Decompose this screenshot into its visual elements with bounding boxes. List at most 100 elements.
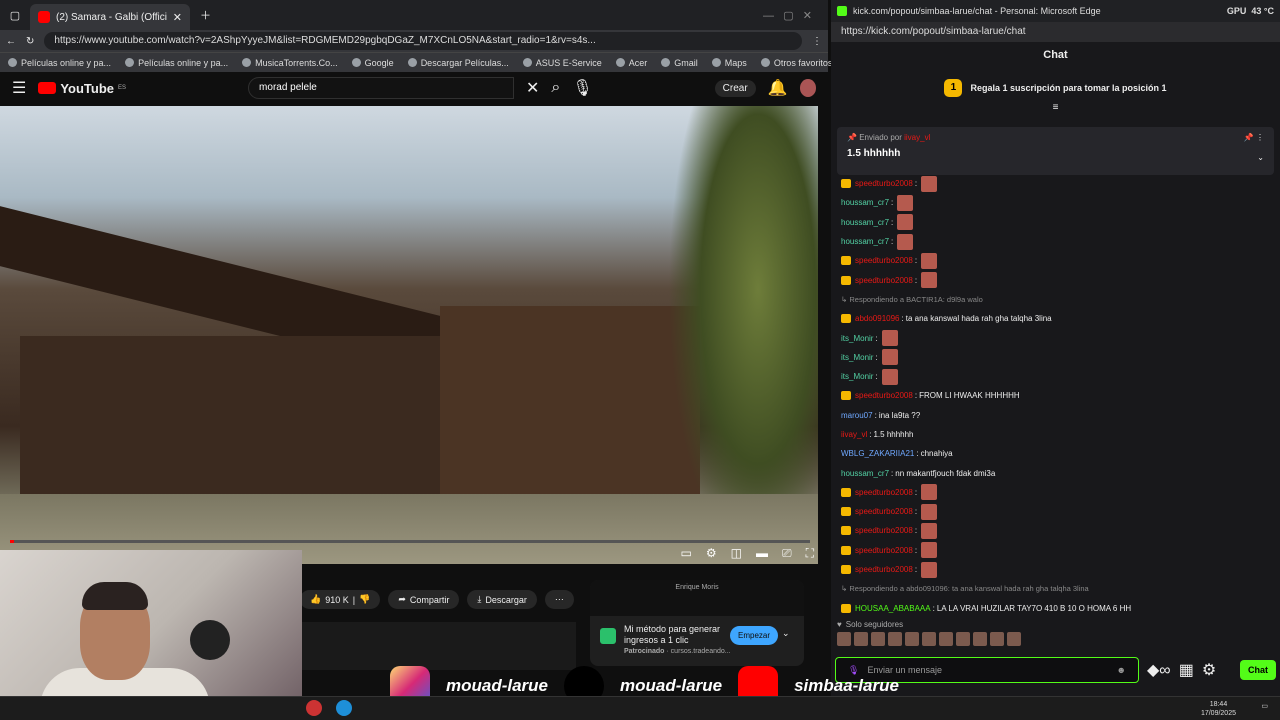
gift-icon[interactable]: ◆∞ — [1147, 660, 1171, 680]
chat-username[interactable]: WBLG_ZAKARIIA21 — [841, 449, 914, 458]
avatar[interactable] — [799, 79, 816, 97]
emote-item[interactable] — [871, 632, 885, 646]
edge-url-field[interactable]: https://kick.com/popout/simbaa-larue/cha… — [831, 22, 1280, 42]
create-button[interactable]: Crear — [714, 79, 756, 97]
emote-item[interactable] — [888, 632, 902, 646]
pin-options-icon[interactable]: 📌 ⋮ — [1244, 133, 1264, 142]
chat-username[interactable]: speedturbo2008 — [855, 565, 913, 574]
emote-item[interactable] — [990, 632, 1004, 646]
chat-message[interactable]: speedturbo2008: — [841, 270, 1271, 289]
bookmark-item[interactable]: Maps — [711, 58, 747, 68]
youtube-logo[interactable]: YouTube ES — [38, 81, 126, 96]
emote-item[interactable] — [854, 632, 868, 646]
chat-message[interactable]: speedturbo2008: — [841, 174, 1271, 193]
subtitles-icon[interactable]: ▭ — [681, 546, 692, 561]
emote-item[interactable] — [905, 632, 919, 646]
emote-item[interactable] — [837, 632, 851, 646]
cast-icon[interactable]: ⎚ — [782, 546, 792, 561]
chat-message[interactable]: houssam_cr7: — [841, 232, 1271, 251]
ad-cta-button[interactable]: Empezar — [730, 626, 779, 645]
chat-username[interactable]: its_Monir — [841, 334, 873, 343]
emote-item[interactable] — [1007, 632, 1021, 646]
chat-message[interactable]: speedturbo2008: — [841, 483, 1271, 502]
chat-username[interactable]: houssam_cr7 — [841, 198, 889, 207]
bookmark-item[interactable]: Películas online y pa... — [8, 58, 111, 68]
more-actions-button[interactable]: ⋯ — [544, 590, 574, 609]
tab-actions-icon[interactable]: ▢ — [0, 9, 30, 22]
emote-item[interactable] — [939, 632, 953, 646]
chat-message[interactable]: HOUSAA_ABABAAA: LA LA VRAI HUZILAR TAY7O … — [841, 599, 1271, 614]
chevron-down-icon[interactable]: ⌄ — [1257, 153, 1264, 162]
chat-username[interactable]: houssam_cr7 — [841, 237, 889, 246]
chat-message[interactable]: speedturbo2008: FROM LI HWAAK HHHHHH — [841, 386, 1271, 405]
chat-message[interactable]: its_Monir: — [841, 367, 1271, 386]
chat-username[interactable]: abdo091096 — [855, 314, 900, 323]
chat-username[interactable]: speedturbo2008 — [855, 507, 913, 516]
emote-item[interactable] — [922, 632, 936, 646]
emoji-icon[interactable]: ☻ — [1117, 658, 1126, 682]
chat-username[interactable]: HOUSAA_ABABAAA — [855, 604, 931, 613]
chat-reply-context[interactable]: ↳ Respondiendo a abdo091096: ta ana kans… — [841, 579, 1271, 598]
new-tab-icon[interactable]: ＋ — [200, 7, 211, 23]
chat-username[interactable]: houssam_cr7 — [841, 469, 889, 478]
chat-message[interactable]: speedturbo2008: — [841, 251, 1271, 270]
emote-item[interactable] — [956, 632, 970, 646]
chat-message[interactable]: abdo091096: ta ana kanswal hada rah gha t… — [841, 309, 1271, 328]
edge-icon[interactable] — [336, 700, 352, 716]
taskbar-clock[interactable]: 18:44 17/09/2025 — [1201, 700, 1236, 718]
chat-reply-context[interactable]: ↳ Respondiendo a BACTIR1A: d9l9a walo — [841, 290, 1271, 309]
video-progress-bar[interactable] — [10, 540, 810, 543]
chevron-down-icon[interactable]: ⌄ — [782, 628, 790, 639]
chat-username[interactable]: speedturbo2008 — [855, 179, 913, 188]
chat-username[interactable]: its_Monir — [841, 353, 873, 362]
chat-message[interactable]: WBLG_ZAKARIIA21: chnahiya — [841, 444, 1271, 463]
chat-message[interactable]: speedturbo2008: — [841, 502, 1271, 521]
chat-username[interactable]: its_Monir — [841, 372, 873, 381]
chat-username[interactable]: speedturbo2008 — [855, 526, 913, 535]
bookmark-item[interactable]: Gmail — [661, 58, 698, 68]
bookmark-item[interactable]: Películas online y pa... — [125, 58, 228, 68]
back-icon[interactable]: ← — [6, 36, 16, 47]
url-field[interactable]: https://www.youtube.com/watch?v=2AShpYyy… — [44, 32, 802, 50]
download-button[interactable]: ⤓ Descargar — [467, 590, 537, 609]
chat-message[interactable]: speedturbo2008: — [841, 521, 1271, 540]
chat-send-button[interactable]: Chat — [1240, 660, 1276, 680]
search-icon[interactable]: ⌕ — [551, 79, 560, 97]
filter-icon[interactable]: ≡ — [831, 102, 1280, 113]
emote-item[interactable] — [973, 632, 987, 646]
bookmark-other-folder[interactable]: Otros favoritos — [760, 58, 832, 68]
chat-username[interactable]: speedturbo2008 — [855, 256, 913, 265]
settings-icon[interactable]: ⚙ — [706, 546, 717, 561]
chat-username[interactable]: iivay_vl — [841, 430, 867, 439]
chat-username[interactable]: speedturbo2008 — [855, 546, 913, 555]
miniplayer-icon[interactable]: ◫ — [731, 546, 742, 561]
tab-youtube[interactable]: (2) Samara - Galbi (Official Music... ✕ — [30, 4, 190, 30]
theater-icon[interactable]: ▬ — [756, 546, 768, 561]
notifications-icon[interactable]: ▭ — [1261, 702, 1268, 710]
search-input[interactable]: morad pelele — [248, 77, 514, 99]
close-tab-icon[interactable]: ✕ — [173, 11, 182, 24]
share-button[interactable]: ➦ Compartir — [388, 590, 460, 609]
menu-icon[interactable]: ☰ — [12, 78, 26, 98]
like-button[interactable]: 👍 910 K | 👎 — [300, 590, 381, 609]
sponsored-ad-card[interactable]: Enrique Moris Mi método para generar ing… — [590, 580, 804, 666]
chat-username[interactable]: speedturbo2008 — [855, 276, 913, 285]
store-icon[interactable]: ▦ — [1179, 660, 1194, 680]
video-player[interactable] — [0, 106, 818, 564]
bookmark-item[interactable]: Acer — [615, 58, 647, 68]
chat-message[interactable]: speedturbo2008: — [841, 560, 1271, 579]
bookmark-item[interactable]: Google — [351, 58, 394, 68]
window-controls[interactable]: — ▢ ✕ — [763, 9, 812, 22]
chat-username[interactable]: marou07 — [841, 411, 873, 420]
notifications-icon[interactable]: 🔔 — [768, 78, 788, 98]
chat-message[interactable]: speedturbo2008: — [841, 541, 1271, 560]
pinned-message[interactable]: 📌 Enviado por iivay_vl 1.5 hhhhhh 📌 ⋮ ⌄ — [837, 127, 1274, 175]
reload-icon[interactable]: ↻ — [26, 36, 34, 47]
bookmark-item[interactable]: MusicaTorrents.Co... — [242, 58, 338, 68]
chat-message[interactable]: its_Monir: — [841, 328, 1271, 347]
chat-username[interactable]: houssam_cr7 — [841, 218, 889, 227]
thumbs-down-icon[interactable]: 👎 — [359, 594, 370, 605]
chat-username[interactable]: speedturbo2008 — [855, 391, 913, 400]
chat-message[interactable]: marou07: ina la9ta ?? — [841, 406, 1271, 425]
chat-message[interactable]: iivay_vl:1.5 hhhhhh — [841, 425, 1271, 444]
